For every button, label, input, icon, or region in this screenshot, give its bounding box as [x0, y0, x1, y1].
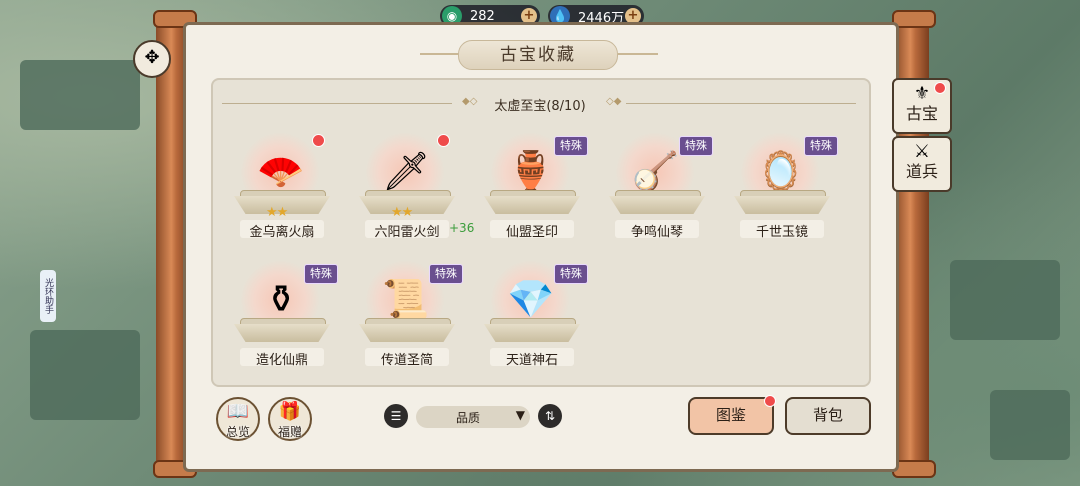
- back-tassel-icon[interactable]: ✥: [133, 40, 171, 78]
- treasure-name: 传道圣简: [380, 353, 433, 368]
- red-dot-badge: [437, 134, 450, 147]
- special-tag: 特殊: [554, 264, 588, 284]
- special-tag: 特殊: [429, 264, 463, 284]
- special-tag: 特殊: [554, 136, 588, 156]
- gift-button[interactable]: 🎁 福赠: [268, 397, 312, 441]
- section-title: 太虚至宝(8/10): [494, 99, 586, 114]
- treasure-name: 千世玉镜: [755, 225, 808, 240]
- special-tag: 特殊: [679, 136, 713, 156]
- page-title: 古宝收藏: [458, 40, 618, 70]
- treasure-item[interactable]: 🪭 ★★ 金乌离火扇: [232, 132, 332, 247]
- treasure-item[interactable]: ⚱ 特殊 造化仙鼎: [232, 260, 338, 375]
- bag-button[interactable]: 背包: [785, 397, 871, 435]
- treasure-name: 造化仙鼎: [255, 353, 308, 368]
- treasure-item[interactable]: 🗡 ★★ 六阳雷火剑 +36: [357, 132, 474, 247]
- tab-ancient-treasure[interactable]: ⚜ 古宝: [892, 78, 952, 134]
- special-tag: 特殊: [304, 264, 338, 284]
- treasure-name: 争鸣仙琴: [630, 225, 683, 240]
- soldier-icon: ⚔: [913, 141, 931, 162]
- treasure-name: 六阳雷火剑: [374, 225, 440, 240]
- tab-dao-soldier[interactable]: ⚔ 道兵: [892, 136, 952, 192]
- sort-value: 品质: [456, 411, 481, 425]
- treasure-item[interactable]: 📜 特殊 传道圣简: [357, 260, 463, 375]
- gift-bag-icon: 🎁: [278, 401, 302, 422]
- treasure-item[interactable]: 🏺 特殊 仙盟圣印: [482, 132, 588, 247]
- treasure-item[interactable]: 🪞 特殊 千世玉镜: [732, 132, 838, 247]
- star-rating: ★★: [391, 205, 413, 220]
- treasure-item[interactable]: 💎 特殊 天道神石: [482, 260, 588, 375]
- red-dot-badge: [764, 395, 776, 407]
- treasure-name: 金乌离火扇: [249, 225, 315, 240]
- overview-icon: 📖: [226, 401, 250, 422]
- treasure-item[interactable]: 🪕 特殊 争鸣仙琴: [607, 132, 713, 247]
- treasure-name: 天道神石: [505, 353, 558, 368]
- red-dot-badge: [934, 82, 946, 94]
- assistant-side-tab[interactable]: 光环助手: [40, 270, 56, 322]
- special-tag: 特殊: [804, 136, 838, 156]
- filter-list-icon[interactable]: ☰: [384, 404, 408, 428]
- star-rating: ★★: [266, 205, 288, 220]
- sort-order-icon[interactable]: ⇅: [538, 404, 562, 428]
- catalog-button[interactable]: 图鉴: [688, 395, 776, 435]
- treasure-name: 仙盟圣印: [505, 225, 558, 240]
- sort-select[interactable]: 品质 ▼: [416, 406, 530, 428]
- bonus-value: +36: [449, 221, 475, 235]
- overview-button[interactable]: 📖 总览: [216, 397, 260, 441]
- chevron-down-icon: ▼: [515, 408, 525, 422]
- red-dot-badge: [312, 134, 325, 147]
